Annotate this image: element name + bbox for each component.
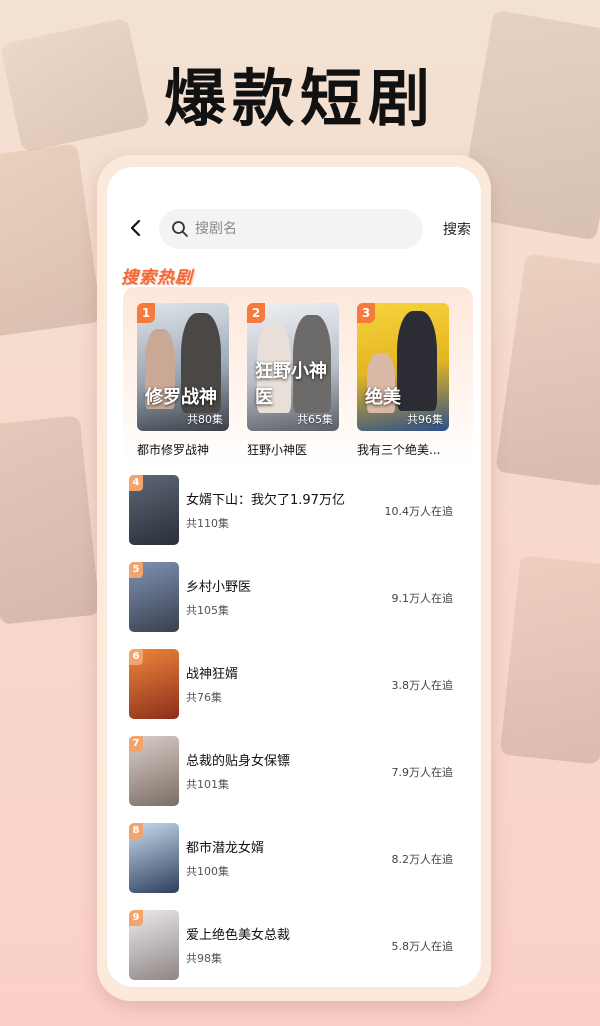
app-screen: 搜索 搜索热剧 1 修罗战神 共80集 都市修罗战神 2 [107,167,481,987]
drama-thumbnail: 4 [129,475,179,545]
episode-count: 共96集 [407,413,443,426]
rank-badge: 4 [129,475,143,491]
drama-thumbnail: 6 [129,649,179,719]
episode-count: 共76集 [186,691,222,704]
episode-count: 共65集 [297,413,333,426]
rank-badge: 2 [247,303,265,323]
drama-title: 都市潜龙女婿 [186,841,265,856]
follower-count: 8.2万人在追 [391,853,454,866]
poster-title-art: 狂野小神医 [255,361,327,408]
drama-title: 战神狂婿 [186,667,239,682]
follower-count: 10.4万人在追 [384,505,454,518]
poster-image: 3 绝美 共96集 [357,303,449,431]
background-poster [499,555,600,765]
drama-title: 乡村小野医 [186,580,252,595]
drama-thumbnail: 8 [129,823,179,893]
drama-title: 女婿下山：我欠了1.97万亿 [186,493,345,508]
search-button[interactable]: 搜索 [443,219,471,239]
list-item[interactable]: 4 女婿下山：我欠了1.97万亿 共110集 10.4万人在追 [129,475,465,562]
poster-image: 2 狂野小神医 共65集 [247,303,339,431]
poster-image: 1 修罗战神 共80集 [137,303,229,431]
list-item[interactable]: 7 总裁的贴身女保镖 共101集 7.9万人在追 [129,736,465,823]
follower-count: 3.8万人在追 [391,679,454,692]
poster-title-art: 修罗战神 [145,387,217,408]
rank-badge: 7 [129,736,143,752]
list-item[interactable]: 6 战神狂婿 共76集 3.8万人在追 [129,649,465,736]
phone-frame: 搜索 搜索热剧 1 修罗战神 共80集 都市修罗战神 2 [97,155,491,1001]
drama-thumbnail: 5 [129,562,179,632]
list-item[interactable]: 5 乡村小野医 共105集 9.1万人在追 [129,562,465,649]
poster-figure [397,311,437,411]
follower-count: 7.9万人在追 [391,766,454,779]
background-poster [0,143,102,337]
drama-thumbnail: 7 [129,736,179,806]
search-box[interactable] [159,209,423,249]
ranking-list: 4 女婿下山：我欠了1.97万亿 共110集 10.4万人在追 5 乡村小野医 … [129,475,465,987]
episode-count: 共80集 [187,413,223,426]
promo-headline: 爆款短剧 [163,62,436,135]
list-item[interactable]: 9 爱上绝色美女总裁 共98集 5.8万人在追 [129,910,465,987]
episode-count: 共110集 [186,517,229,530]
list-item[interactable]: 8 都市潜龙女婿 共100集 8.2万人在追 [129,823,465,910]
episode-count: 共101集 [186,778,229,791]
top3-card[interactable]: 3 绝美 共96集 我有三个绝美... [357,303,449,458]
background-poster [0,415,101,625]
drama-thumbnail: 9 [129,910,179,980]
search-input[interactable] [195,209,415,249]
rank-badge: 6 [129,649,143,665]
rank-badge: 1 [137,303,155,323]
follower-count: 9.1万人在追 [391,592,454,605]
search-icon [172,221,188,237]
drama-title: 狂野小神医 [247,443,308,457]
rank-badge: 9 [129,910,143,926]
search-bar: 搜索 [107,207,481,249]
follower-count: 5.8万人在追 [391,940,454,953]
top3-card[interactable]: 1 修罗战神 共80集 都市修罗战神 [137,303,229,458]
drama-title: 总裁的贴身女保镖 [186,754,291,769]
back-icon[interactable] [125,217,147,239]
episode-count: 共100集 [186,865,229,878]
background-poster [495,253,600,487]
episode-count: 共98集 [186,952,222,965]
rank-badge: 3 [357,303,375,323]
poster-title-art: 绝美 [365,387,401,408]
top3-panel: 1 修罗战神 共80集 都市修罗战神 2 狂野小神医 共65集 狂野小神医 3 … [123,287,473,467]
episode-count: 共105集 [186,604,229,617]
drama-title: 我有三个绝美... [357,443,441,457]
section-title: 搜索热剧 [121,268,193,288]
rank-badge: 5 [129,562,143,578]
drama-title: 爱上绝色美女总裁 [186,928,291,943]
rank-badge: 8 [129,823,143,839]
top3-card[interactable]: 2 狂野小神医 共65集 狂野小神医 [247,303,339,458]
drama-title: 都市修罗战神 [137,443,210,457]
